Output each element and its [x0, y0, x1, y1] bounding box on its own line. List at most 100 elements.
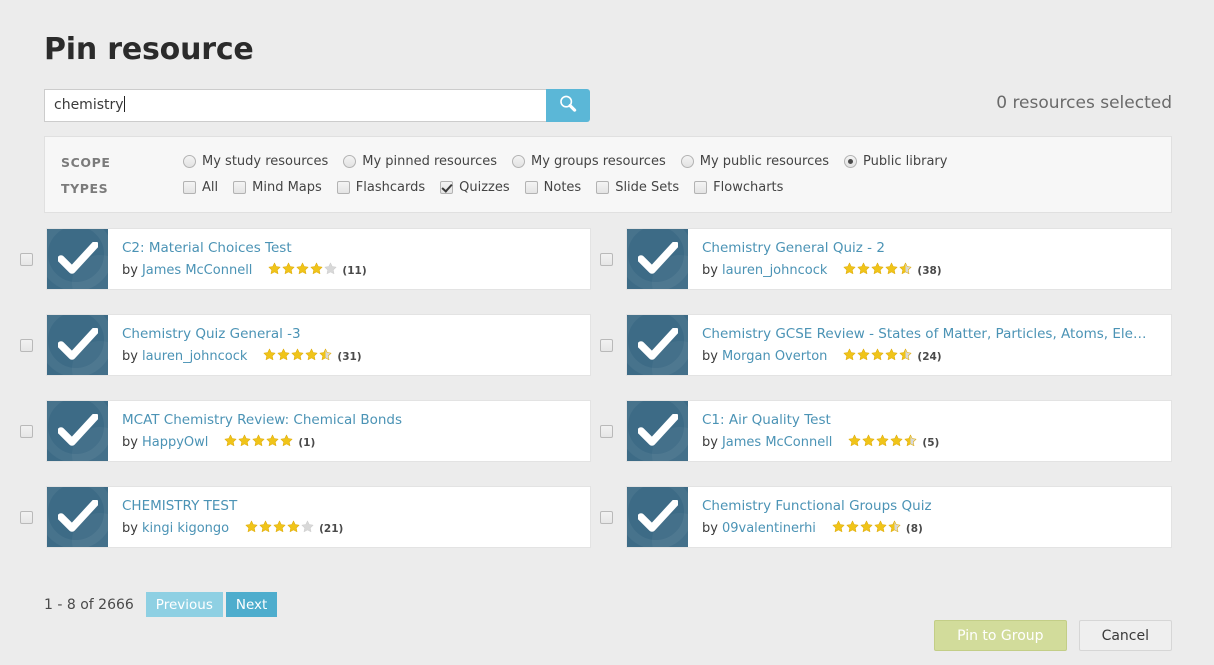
checkbox-unchecked-icon[interactable]	[524, 180, 538, 194]
resource-select-checkbox[interactable]	[600, 510, 613, 524]
type-option-flashcards[interactable]: Flashcards	[336, 180, 425, 195]
scope-option-my-pinned-resources[interactable]: My pinned resources	[343, 154, 497, 169]
type-option-label: Notes	[543, 179, 582, 195]
checkbox-unchecked-icon[interactable]	[233, 180, 247, 194]
cancel-button[interactable]: Cancel	[1078, 620, 1172, 651]
resource-card-body: Chemistry GCSE Review - States of Matter…	[688, 315, 1171, 375]
scope-option-my-public-resources[interactable]: My public resources	[680, 154, 829, 169]
resource-card[interactable]: MCAT Chemistry Review: Chemical Bonds by H…	[46, 400, 591, 462]
type-option-label: Flowcharts	[713, 179, 784, 195]
resource-title-link[interactable]: MCAT Chemistry Review: Chemical Bonds	[122, 411, 577, 429]
quiz-check-icon	[47, 487, 108, 547]
type-option-quizzes[interactable]: Quizzes	[440, 180, 510, 195]
search-button[interactable]	[546, 89, 590, 122]
radio-unchecked-icon[interactable]	[343, 154, 357, 168]
star-full-icon	[890, 434, 904, 452]
resource-select-checkbox[interactable]	[600, 424, 613, 438]
scope-option-my-study-resources[interactable]: My study resources	[183, 154, 328, 169]
type-option-mind-maps[interactable]: Mind Maps	[233, 180, 322, 195]
resource-select-checkbox[interactable]	[20, 338, 33, 352]
rating-count: (24)	[917, 351, 942, 363]
resource-select-checkbox[interactable]	[20, 424, 33, 438]
search-input-value: chemistry	[54, 96, 125, 113]
checkbox-unchecked-icon[interactable]	[694, 180, 708, 194]
type-option-slide-sets[interactable]: Slide Sets	[596, 180, 679, 195]
resource-meta: by HappyOwl (1)	[122, 434, 590, 452]
checkbox-unchecked-icon[interactable]	[183, 180, 196, 194]
resource-meta: by James McConnell (5)	[702, 434, 1171, 452]
radio-unchecked-icon[interactable]	[512, 154, 526, 168]
star-full-icon	[874, 520, 888, 538]
radio-checked-icon[interactable]	[844, 154, 858, 168]
resource-card[interactable]: CHEMISTRY TEST by kingi kigongo (21)	[46, 486, 591, 548]
checkbox-checked-icon[interactable]	[440, 180, 454, 194]
selected-count-label: 0 resources selected	[996, 93, 1172, 113]
resource-title-link[interactable]: C2: Material Choices Test	[122, 239, 577, 257]
star-full-icon	[871, 262, 885, 280]
type-option-flowcharts[interactable]: Flowcharts	[694, 180, 783, 195]
resource-item: C1: Air Quality Test by James McConnell (5)	[600, 400, 1172, 462]
checkbox-unchecked-icon[interactable]	[596, 180, 610, 194]
dialog-actions: Pin to Group Cancel	[934, 620, 1172, 651]
resource-select-checkbox[interactable]	[600, 252, 613, 266]
resource-select-checkbox[interactable]	[600, 338, 613, 352]
resource-author-link[interactable]: lauren_johncock	[142, 349, 247, 365]
resource-title-link[interactable]: C1: Air Quality Test	[702, 411, 1157, 429]
resource-rating: (38)	[843, 262, 942, 280]
resource-title-link[interactable]: Chemistry Quiz General -3	[122, 325, 577, 343]
resource-author-link[interactable]: HappyOwl	[142, 435, 208, 451]
scope-option-public-library[interactable]: Public library	[844, 154, 947, 169]
resource-author-link[interactable]: 09valentinerhi	[722, 521, 816, 537]
resource-author-link[interactable]: James McConnell	[722, 435, 832, 451]
previous-page-button[interactable]: Previous	[145, 592, 223, 617]
resource-title-link[interactable]: Chemistry GCSE Review - States of Matter…	[702, 325, 1157, 343]
star-half-icon	[888, 520, 902, 538]
resource-title-link[interactable]: CHEMISTRY TEST	[122, 497, 577, 515]
resource-card[interactable]: C1: Air Quality Test by James McConnell (5)	[626, 400, 1172, 462]
resource-item: Chemistry Functional Groups Quiz by 09vale…	[600, 486, 1172, 548]
resource-title-link[interactable]: Chemistry Functional Groups Quiz	[702, 497, 1157, 515]
resource-card-body: Chemistry Quiz General -3 by lauren_johnco…	[108, 315, 590, 375]
resource-author-link[interactable]: lauren_johncock	[722, 263, 827, 279]
scope-option-my-groups-resources[interactable]: My groups resources	[512, 154, 666, 169]
by-label: by	[122, 435, 138, 450]
star-full-icon	[871, 348, 885, 366]
resource-card[interactable]: Chemistry General Quiz - 2 by lauren_johnc…	[626, 228, 1172, 290]
star-full-icon	[862, 434, 876, 452]
star-half-icon	[899, 262, 913, 280]
radio-unchecked-icon[interactable]	[680, 154, 694, 168]
search-icon	[558, 94, 578, 118]
resource-meta: by lauren_johncock (31)	[122, 348, 590, 366]
type-option-label: Slide Sets	[615, 179, 680, 195]
star-full-icon	[296, 262, 310, 280]
resource-select-checkbox[interactable]	[20, 510, 33, 524]
resource-select-checkbox[interactable]	[20, 252, 33, 266]
pin-to-group-button[interactable]: Pin to Group	[934, 620, 1067, 651]
results-row: C2: Material Choices Test by James McConne…	[20, 228, 1200, 314]
resource-author-link[interactable]: kingi kigongo	[142, 521, 229, 537]
radio-unchecked-icon[interactable]	[183, 154, 196, 168]
type-option-label: Quizzes	[459, 179, 510, 195]
resource-author-link[interactable]: James McConnell	[142, 263, 252, 279]
star-full-icon	[291, 348, 305, 366]
checkbox-unchecked-icon[interactable]	[336, 180, 350, 194]
next-page-button[interactable]: Next	[225, 592, 278, 617]
type-option-label: All	[202, 179, 219, 195]
star-rating	[245, 520, 315, 538]
resource-card[interactable]: Chemistry Quiz General -3 by lauren_johnco…	[46, 314, 591, 376]
star-full-icon	[846, 520, 860, 538]
star-empty-icon	[301, 520, 315, 538]
resource-item: CHEMISTRY TEST by kingi kigongo (21)	[20, 486, 591, 548]
type-option-notes[interactable]: Notes	[524, 179, 582, 195]
search-input[interactable]: chemistry	[44, 89, 546, 122]
resource-author-link[interactable]: Morgan Overton	[722, 349, 827, 365]
star-full-icon	[857, 348, 871, 366]
star-full-icon	[259, 520, 273, 538]
resource-card[interactable]: Chemistry GCSE Review - States of Matter…	[626, 314, 1172, 376]
type-option-all[interactable]: All	[183, 180, 218, 195]
resource-card[interactable]: Chemistry Functional Groups Quiz by 09vale…	[626, 486, 1172, 548]
resource-card-body: C2: Material Choices Test by James McConne…	[108, 229, 590, 289]
resource-title-link[interactable]: Chemistry General Quiz - 2	[702, 239, 1157, 257]
resource-card[interactable]: C2: Material Choices Test by James McConne…	[46, 228, 591, 290]
rating-count: (31)	[337, 351, 362, 363]
